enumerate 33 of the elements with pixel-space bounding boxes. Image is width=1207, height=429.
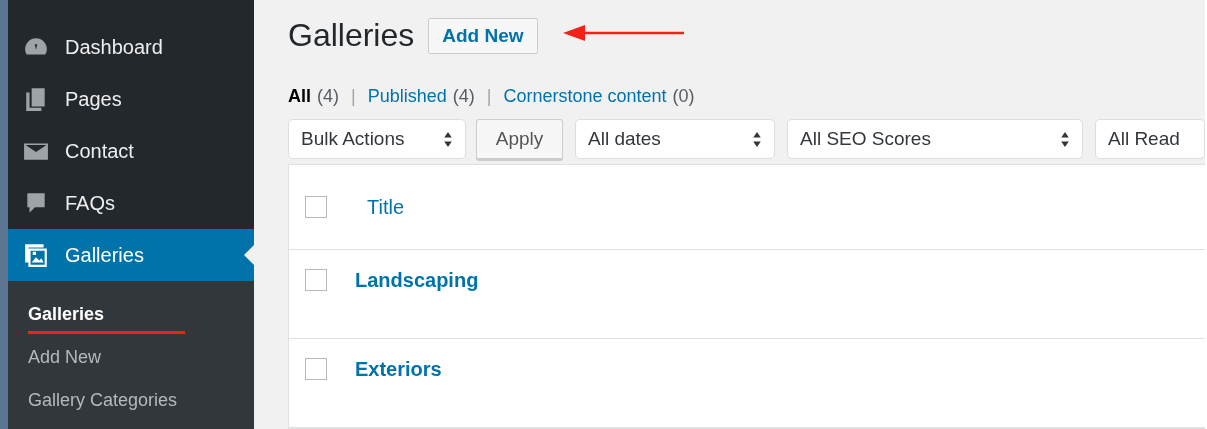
filter-dropdown[interactable]: All Read	[1095, 119, 1205, 159]
view-filter-link[interactable]: Cornerstone content	[503, 86, 667, 108]
filter-dropdown[interactable]: All SEO Scores	[787, 119, 1083, 159]
image-icon	[23, 242, 49, 268]
sidebar-item[interactable]: Pages	[8, 73, 254, 125]
view-count: (4)	[317, 86, 339, 108]
filter-dropdown[interactable]: All dates	[575, 119, 775, 159]
submenu-item[interactable]: Galleries	[28, 304, 105, 324]
sidebar-item[interactable]: Galleries	[8, 229, 254, 281]
add-new-button[interactable]: Add New	[428, 17, 538, 54]
up-down-arrows-icon	[1060, 130, 1070, 148]
view-count: (4)	[452, 86, 475, 108]
view-filter-link[interactable]: All	[288, 86, 311, 108]
view-filter-link[interactable]: Published	[367, 86, 447, 108]
sidebar-item[interactable]: FAQs	[8, 177, 254, 229]
view-count: (0)	[672, 86, 695, 108]
separator: |	[351, 86, 356, 108]
separator: |	[486, 86, 492, 108]
apply-button[interactable]: Apply	[476, 119, 563, 161]
gallery-title-link[interactable]: Landscaping	[355, 269, 479, 292]
bulk-actions-dropdown[interactable]: Bulk Actions	[288, 119, 466, 159]
row-checkbox[interactable]	[305, 269, 327, 291]
sidebar-item[interactable]: Contact	[8, 125, 254, 177]
select-all-checkbox[interactable]	[305, 196, 327, 218]
column-header-link[interactable]: Title	[367, 195, 405, 219]
submenu-item[interactable]: Add New	[28, 347, 102, 367]
sidebar-item[interactable]: Dashboard	[8, 21, 254, 73]
gallery-title-link[interactable]: Exteriors	[355, 358, 442, 381]
up-down-arrows-icon	[752, 130, 762, 148]
page-title: Galleries	[288, 17, 415, 55]
row-checkbox[interactable]	[305, 358, 327, 380]
submenu-item[interactable]: Gallery Categories	[28, 390, 178, 410]
up-down-arrows-icon	[443, 130, 453, 148]
